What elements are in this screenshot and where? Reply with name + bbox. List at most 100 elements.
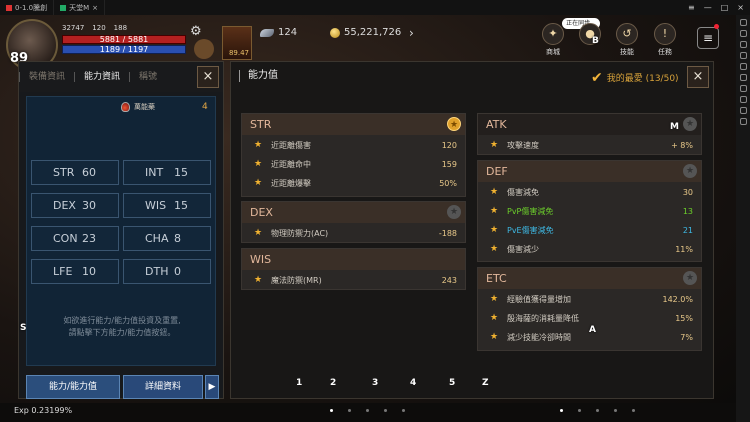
sidebar-tool-icon[interactable] [739, 19, 747, 26]
row-value: 15% [675, 314, 693, 323]
star-icon[interactable]: ★ [447, 117, 461, 131]
group-header: DEF ★ [478, 161, 701, 182]
stat-key: CHA [145, 232, 169, 245]
game-icon [60, 4, 67, 11]
list-item: ★ 近距離傷害 120 [242, 138, 465, 153]
row-name: 傷害減免 [507, 188, 539, 197]
skill-button[interactable]: ↺ 技能 [612, 23, 642, 57]
sidebar-tool-icon[interactable] [739, 30, 747, 37]
tab-ability[interactable]: 能力資訊 [74, 72, 129, 82]
feather-icon [260, 28, 274, 37]
star-icon[interactable]: ★ [490, 332, 498, 342]
bag-icon[interactable] [194, 39, 214, 59]
close-button[interactable]: × [687, 66, 709, 88]
star-icon[interactable]: ★ [254, 178, 262, 188]
mini-stats: 32747 120 188 [62, 24, 127, 32]
page-dot[interactable] [402, 409, 405, 412]
list-item: ★ PvP傷害減免 13 [478, 204, 701, 219]
menu-icon[interactable]: ≡ [688, 3, 695, 12]
maximize-icon[interactable]: □ [721, 3, 729, 12]
stat-value: 10 [82, 265, 96, 278]
page-dot[interactable] [348, 409, 351, 412]
close-tab-icon[interactable]: × [92, 4, 98, 12]
sidebar-tool-icon[interactable] [739, 118, 747, 125]
star-icon[interactable]: ★ [254, 228, 262, 238]
sidebar-tool-icon[interactable] [739, 52, 747, 59]
star-icon[interactable]: ★ [254, 275, 262, 285]
sidebar-tool-icon[interactable] [739, 41, 747, 48]
list-item: ★ PvE傷害減免 21 [478, 223, 701, 238]
potion-count: 4 [202, 102, 208, 112]
window-controls: ≡ — □ × [688, 3, 750, 12]
star-icon[interactable]: ★ [490, 313, 498, 323]
star-icon[interactable]: ★ [490, 206, 498, 216]
close-icon[interactable]: × [737, 3, 744, 12]
hotkey-3: 3 [372, 378, 379, 388]
list-item: ★ 物理防禦力(AC) -188 [242, 226, 465, 241]
gear-icon[interactable]: ⚙ [190, 25, 204, 39]
ability-values-panel: 能力值 ✔ 我的最愛 (13/50) × STR ★ ★ 近距離傷害 120 ★… [230, 61, 714, 399]
page-dot[interactable] [384, 409, 387, 412]
minimize-icon[interactable]: — [704, 3, 712, 12]
close-button[interactable]: × [197, 66, 219, 88]
star-icon[interactable]: ★ [490, 225, 498, 235]
window-tab-home[interactable]: 0-1.0騰創 [0, 0, 55, 15]
stat-value: 60 [82, 166, 96, 179]
stat-dth: DTH 0 [123, 259, 211, 284]
star-icon[interactable]: ★ [254, 159, 262, 169]
favorites-toggle[interactable]: ✔ 我的最愛 (13/50) [591, 69, 679, 86]
star-icon[interactable]: ★ [490, 187, 498, 197]
stat-str: STR 60 [31, 160, 119, 185]
potion-label: 萬能藥 [121, 102, 155, 112]
skill-icon: ↺ [616, 23, 638, 45]
group-def: DEF ★ ★ 傷害減免 30 ★ PvP傷害減免 13 ★ PvE傷害減免 2… [477, 160, 702, 262]
row-value: 21 [682, 226, 693, 235]
page-dot[interactable] [596, 409, 599, 412]
sidebar-tool-icon[interactable] [739, 85, 747, 92]
shop-button[interactable]: ✦ 商城 [538, 23, 568, 57]
page-dot[interactable] [560, 409, 563, 412]
group-etc: ETC ★ ★ 經驗值獲得量增加 142.0% ★ 殷海薩的消耗量降低 15% … [477, 267, 702, 351]
row-name: 物理防禦力(AC) [271, 229, 329, 238]
window-tab-game[interactable]: 天堂M × [54, 0, 106, 15]
stat-value: 23 [82, 232, 96, 245]
page-dot[interactable] [578, 409, 581, 412]
tab-title[interactable]: 稱號 [129, 72, 166, 82]
tab-equipment[interactable]: 裝備資訊 [19, 72, 74, 82]
star-icon[interactable]: ★ [490, 294, 498, 304]
page-dot[interactable] [366, 409, 369, 412]
emulator-sidebar [736, 15, 750, 422]
star-icon[interactable]: ★ [490, 244, 498, 254]
main-menu-button[interactable]: ≡ [697, 27, 719, 49]
b-button[interactable]: ● [575, 23, 605, 47]
stat-key: STR [53, 166, 75, 179]
star-icon[interactable]: ★ [490, 140, 498, 150]
sidebar-tool-icon[interactable] [739, 63, 747, 70]
quest-button[interactable]: ! 任務 [650, 23, 680, 57]
sidebar-tool-icon[interactable] [739, 74, 747, 81]
sidebar-tool-icon[interactable] [739, 96, 747, 103]
skill-label: 技能 [620, 48, 634, 56]
skill-slot[interactable]: 89.47 [222, 26, 252, 60]
hotkey-5: 5 [449, 378, 456, 388]
stat-cha: CHA 8 [123, 226, 211, 251]
row-name: 魔法防禦(MR) [271, 276, 322, 285]
page-dot[interactable] [614, 409, 617, 412]
play-icon[interactable]: ▶ [205, 375, 219, 399]
star-icon[interactable]: ★ [683, 271, 697, 285]
star-icon[interactable]: ★ [447, 205, 461, 219]
ability-button[interactable]: 能力/能力值 [26, 375, 120, 399]
chevron-right-icon[interactable]: › [409, 26, 414, 40]
check-icon: ✔ [591, 69, 603, 86]
stat-a: 32747 [62, 24, 85, 32]
star-icon[interactable]: ★ [254, 140, 262, 150]
page-dot[interactable] [330, 409, 333, 412]
star-icon[interactable]: ★ [683, 117, 697, 131]
shop-icon: ✦ [542, 23, 564, 45]
group-title: WIS [250, 253, 272, 266]
sidebar-tool-icon[interactable] [739, 107, 747, 114]
page-dot[interactable] [632, 409, 635, 412]
detail-button[interactable]: 詳細資料 [123, 375, 203, 399]
group-dex: DEX ★ ★ 物理防禦力(AC) -188 [241, 201, 466, 243]
star-icon[interactable]: ★ [683, 164, 697, 178]
